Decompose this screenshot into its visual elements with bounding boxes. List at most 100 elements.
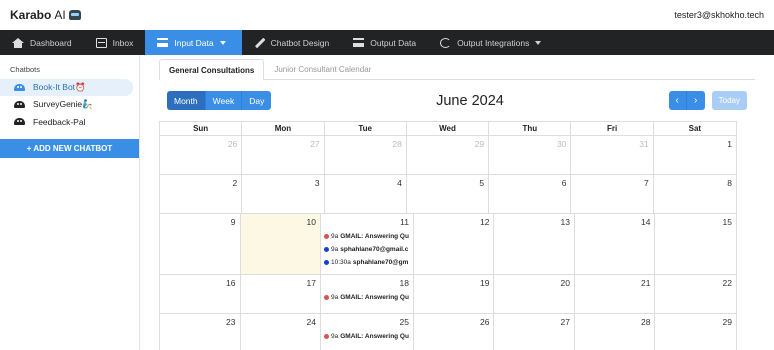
weekday-label: Tue: [325, 122, 407, 136]
day-view-button[interactable]: Day: [242, 91, 272, 110]
sidebar-item-feedback-pal[interactable]: Feedback-Pal: [0, 113, 133, 130]
day-cell[interactable]: 13: [494, 214, 575, 274]
sidebar-item-label: SurveyGenie🧞: [33, 99, 93, 109]
day-cell[interactable]: 19: [414, 275, 495, 313]
tab-general-consultations[interactable]: General Consultations: [159, 59, 265, 80]
calendar-event[interactable]: 9a GMAIL: Answering Qu: [321, 293, 409, 301]
brand-name: Karabo: [10, 8, 52, 22]
weekday-header: Sun Mon Tue Wed Thu Fri Sat: [160, 122, 736, 136]
sidebar-item-surveygenie[interactable]: SurveyGenie🧞: [0, 96, 133, 113]
next-month-button[interactable]: ›: [686, 91, 705, 110]
day-cell[interactable]: 12: [414, 214, 495, 274]
nav-label: Dashboard: [30, 37, 72, 48]
nav-label: Chatbot Design: [270, 37, 330, 48]
month-grid: Sun Mon Tue Wed Thu Fri Sat 26 27 28 29 30 31…: [159, 121, 737, 350]
calendar-event[interactable]: 9a GMAIL: Answering Qu: [321, 232, 409, 240]
event-dot-icon: [324, 233, 329, 239]
nav-inbox[interactable]: Inbox: [84, 30, 146, 55]
day-cell[interactable]: 8: [654, 175, 736, 213]
day-cell[interactable]: 26: [160, 136, 243, 174]
day-cell[interactable]: 14: [575, 214, 656, 274]
day-cell[interactable]: 18 9a GMAIL: Answering Qu: [321, 275, 414, 313]
day-cell[interactable]: 26: [414, 314, 495, 350]
day-number: 31: [639, 139, 649, 149]
sidebar-item-book-it-bot[interactable]: Book-It Bot⏰: [0, 79, 133, 96]
nav-dashboard[interactable]: Dashboard: [0, 30, 84, 55]
day-cell[interactable]: 15: [655, 214, 736, 274]
nav-label: Input Data: [174, 37, 214, 48]
week-view-button[interactable]: Week: [205, 91, 243, 110]
chevron-down-icon: [219, 40, 226, 45]
week-row: 23 24 25 9a GMAIL: Answering Qu 26 27 28 29: [160, 314, 736, 350]
day-number: 8: [727, 178, 732, 188]
day-cell[interactable]: 4: [325, 175, 407, 213]
calendar-tabs: General Consultations Junior Consultant …: [159, 59, 755, 80]
day-number: 17: [306, 278, 316, 288]
day-cell[interactable]: 17: [241, 275, 321, 313]
add-chatbot-button[interactable]: + ADD NEW CHATBOT: [0, 139, 139, 158]
day-cell[interactable]: 3: [242, 175, 325, 213]
day-cell[interactable]: 31: [571, 136, 654, 174]
day-number: 30: [556, 139, 567, 149]
day-cell[interactable]: 28: [575, 314, 656, 350]
weekday-label: Wed: [407, 122, 490, 136]
day-cell[interactable]: 25 9a GMAIL: Answering Qu: [321, 314, 414, 350]
day-cell[interactable]: 22: [655, 275, 736, 313]
nav-input-data[interactable]: Input Data: [145, 30, 242, 55]
brand-logo[interactable]: Karabo AI: [10, 8, 81, 22]
day-number: 25: [399, 317, 409, 327]
day-number: 15: [722, 217, 732, 227]
day-number: 28: [392, 139, 402, 149]
day-cell[interactable]: 29: [655, 314, 736, 350]
day-cell[interactable]: 6: [489, 175, 572, 213]
day-number: 10: [306, 217, 316, 227]
event-time: 9a: [331, 293, 339, 301]
calendar-event[interactable]: 10:30a sphahlane70@gm: [321, 258, 409, 266]
day-number: 6: [561, 178, 567, 188]
nav-chatbot-design[interactable]: Chatbot Design: [242, 30, 342, 55]
nav-output-integrations[interactable]: Output Integrations: [428, 30, 553, 55]
day-cell[interactable]: 7: [571, 175, 654, 213]
day-cell[interactable]: 5: [407, 175, 490, 213]
day-cell[interactable]: 1: [654, 136, 736, 174]
prev-month-button[interactable]: ‹: [668, 91, 687, 110]
weekday-label: Thu: [489, 122, 572, 136]
day-cell[interactable]: 24: [241, 314, 321, 350]
weekday-label: Fri: [571, 122, 654, 136]
week-row: 26 27 28 29 30 31 1: [160, 136, 736, 175]
tab-junior-consultant-calendar[interactable]: Junior Consultant Calendar: [264, 59, 381, 79]
calendar-event[interactable]: 9a GMAIL: Answering Qu: [321, 332, 409, 340]
today-button[interactable]: Today: [711, 91, 747, 110]
calendar-title: June 2024: [436, 92, 504, 109]
calendar-toolbar: Month Week Day June 2024 ‹ › Today: [159, 80, 755, 121]
sidebar-item-label: Feedback-Pal: [33, 116, 86, 127]
day-number: 5: [479, 178, 485, 188]
nav-label: Output Integrations: [457, 37, 530, 48]
day-cell[interactable]: 11 9a GMAIL: Answering Qu 9a sphahlane70@gma…: [321, 214, 414, 274]
day-cell[interactable]: 21: [575, 275, 656, 313]
day-cell-today[interactable]: 10: [240, 214, 321, 274]
day-cell[interactable]: 23: [160, 314, 241, 350]
day-cell[interactable]: 30: [489, 136, 572, 174]
day-number: 4: [397, 178, 402, 188]
user-email[interactable]: tester3@skhokho.tech: [674, 10, 764, 20]
day-cell[interactable]: 27: [494, 314, 575, 350]
day-cell[interactable]: 28: [325, 136, 407, 174]
nav-output-data[interactable]: Output Data: [341, 30, 428, 55]
day-cell[interactable]: 27: [242, 136, 325, 174]
sidebar-heading: Chatbots: [10, 65, 41, 74]
day-number: 28: [641, 317, 651, 327]
day-number: 27: [560, 317, 570, 327]
day-number: 22: [722, 278, 732, 288]
day-number: 24: [306, 317, 316, 327]
day-cell[interactable]: 29: [407, 136, 490, 174]
calendar-event[interactable]: 9a sphahlane70@gmail.c: [321, 245, 409, 253]
month-view-button[interactable]: Month: [167, 91, 206, 110]
day-number: 26: [480, 317, 490, 327]
day-cell[interactable]: 20: [494, 275, 575, 313]
day-cell[interactable]: 16: [160, 275, 241, 313]
day-cell[interactable]: 9: [160, 214, 241, 274]
day-cell[interactable]: 2: [160, 175, 243, 213]
day-number: 19: [480, 278, 490, 288]
event-dot-icon: [324, 294, 329, 300]
